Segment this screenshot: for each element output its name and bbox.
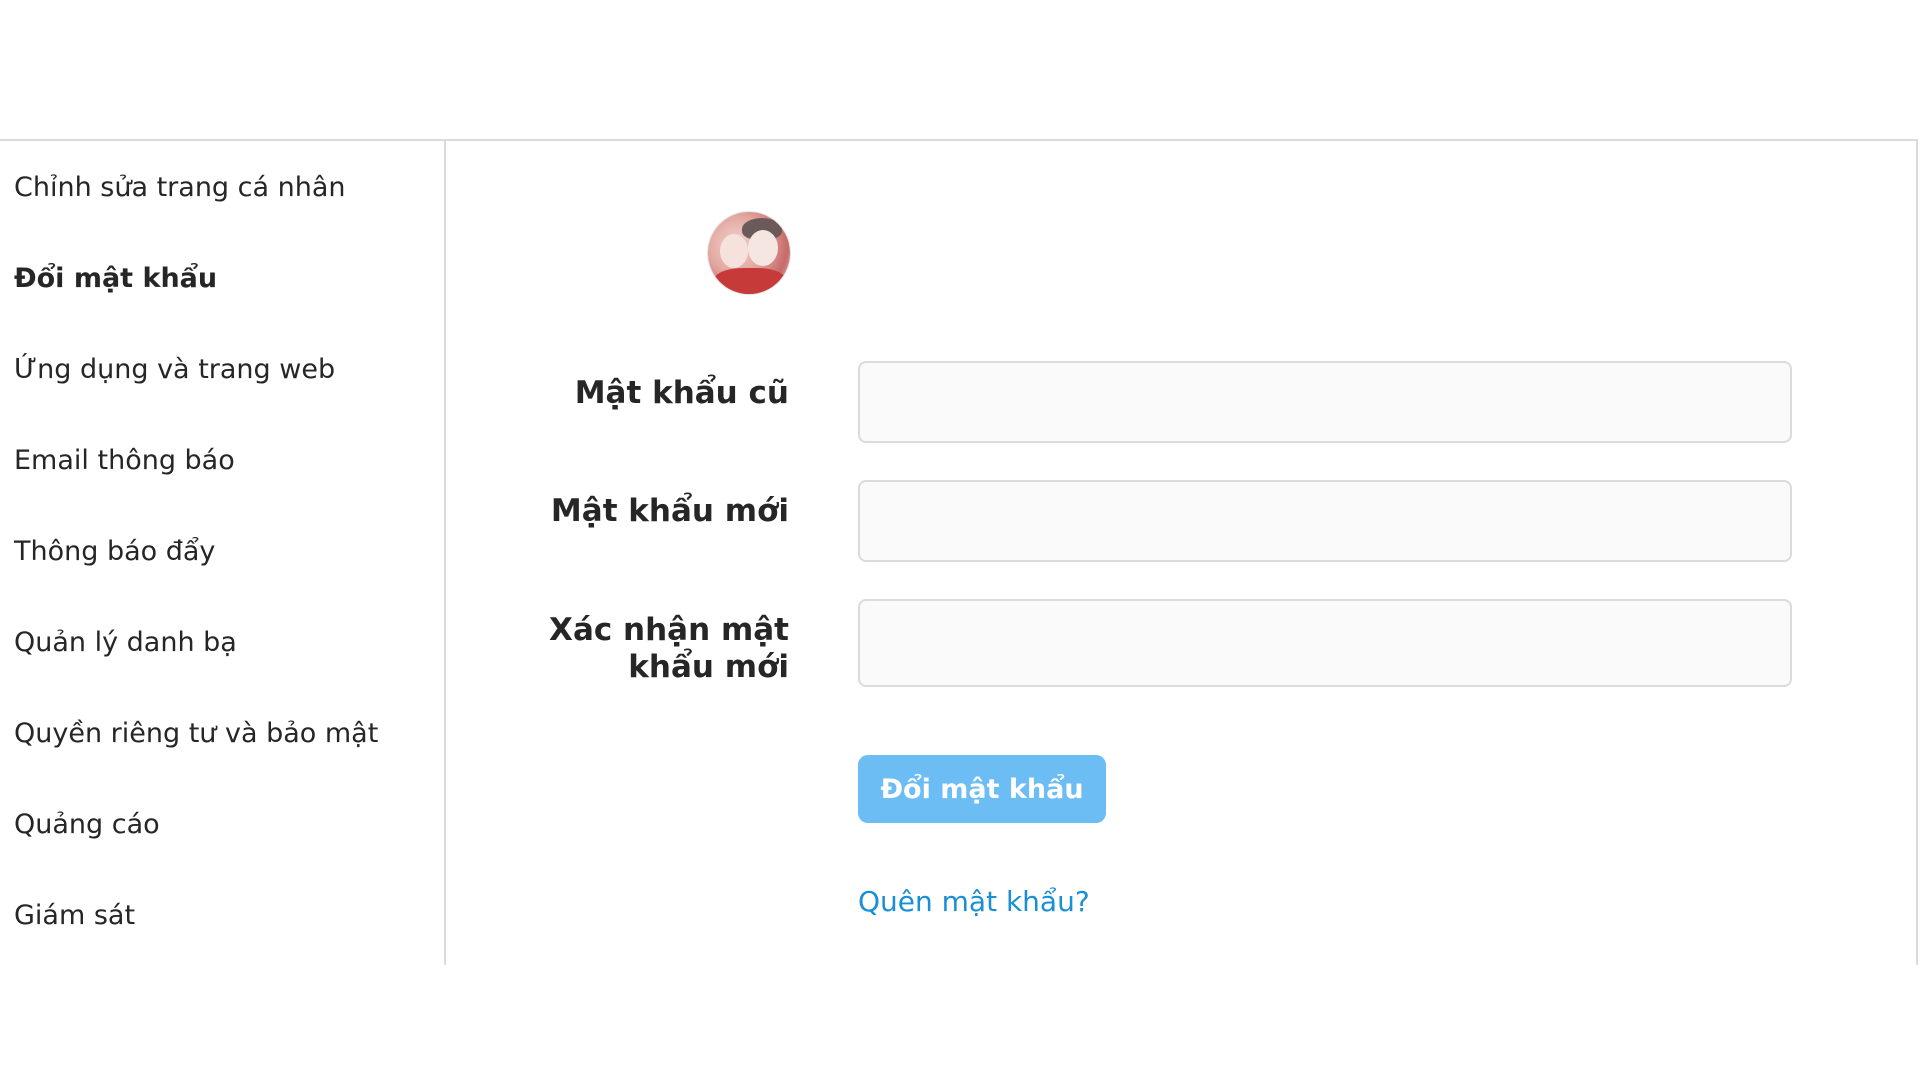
confirm-password-field[interactable] <box>858 599 1792 687</box>
new-password-label: Mật khẩu mới <box>550 493 789 529</box>
sidebar-item-change-password[interactable]: Đổi mật khẩu <box>14 261 217 297</box>
sidebar-item-apps-websites[interactable]: Ứng dụng và trang web <box>14 352 335 388</box>
confirm-password-label: Xác nhận mật khẩu mới <box>529 612 789 686</box>
sidebar-item-push-notifications[interactable]: Thông báo đẩy <box>14 534 215 570</box>
settings-sidebar: Chỉnh sửa trang cá nhân Đổi mật khẩu Ứng… <box>0 141 446 965</box>
sidebar-item-privacy-security[interactable]: Quyền riêng tư và bảo mật <box>14 716 378 752</box>
confirm-password-label-line2: khẩu mới <box>628 649 789 685</box>
confirm-password-label-line1: Xác nhận mật <box>549 612 789 648</box>
change-password-button[interactable]: Đổi mật khẩu <box>858 755 1106 823</box>
avatar <box>708 212 790 294</box>
sidebar-item-edit-profile[interactable]: Chỉnh sửa trang cá nhân <box>14 170 346 206</box>
old-password-label: Mật khẩu cũ <box>574 375 789 411</box>
sidebar-item-supervision[interactable]: Giám sát <box>14 898 135 934</box>
sidebar-item-ads[interactable]: Quảng cáo <box>14 807 160 843</box>
new-password-field[interactable] <box>858 480 1792 562</box>
old-password-field[interactable] <box>858 361 1792 443</box>
sidebar-item-email-notifications[interactable]: Email thông báo <box>14 443 235 479</box>
sidebar-item-manage-contacts[interactable]: Quản lý danh bạ <box>14 625 237 661</box>
forgot-password-link[interactable]: Quên mật khẩu? <box>858 885 1090 918</box>
